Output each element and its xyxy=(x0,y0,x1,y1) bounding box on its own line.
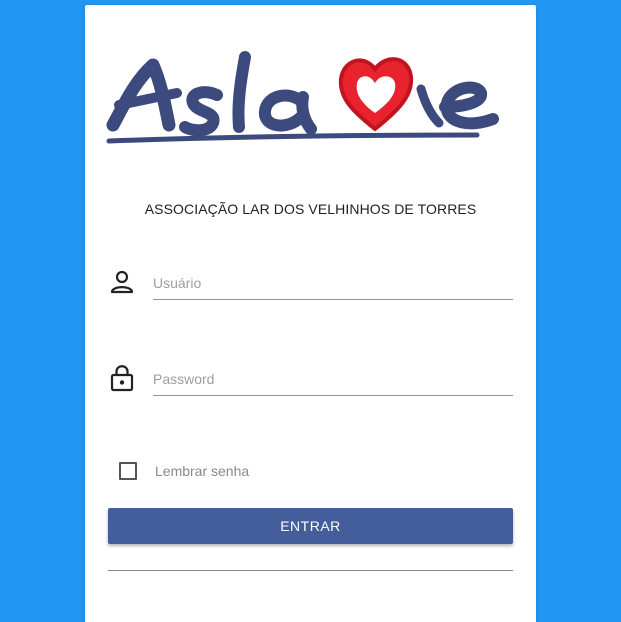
username-row xyxy=(107,267,513,307)
password-input[interactable] xyxy=(153,363,513,396)
lock-icon xyxy=(110,365,134,392)
person-icon xyxy=(110,270,134,294)
divider xyxy=(108,570,513,571)
login-card: ASSOCIAÇÃO LAR DOS VELHINHOS DE TORRES L… xyxy=(85,5,536,622)
heart-icon xyxy=(338,57,414,132)
organization-title: ASSOCIAÇÃO LAR DOS VELHINHOS DE TORRES xyxy=(144,201,477,217)
username-input[interactable] xyxy=(153,267,513,300)
login-button[interactable]: ENTRAR xyxy=(108,508,513,544)
password-row xyxy=(107,363,513,403)
remember-label[interactable]: Lembrar senha xyxy=(155,463,249,479)
aslave-logo xyxy=(106,51,499,144)
remember-password[interactable]: Lembrar senha xyxy=(119,461,249,481)
remember-checkbox[interactable] xyxy=(119,462,137,480)
